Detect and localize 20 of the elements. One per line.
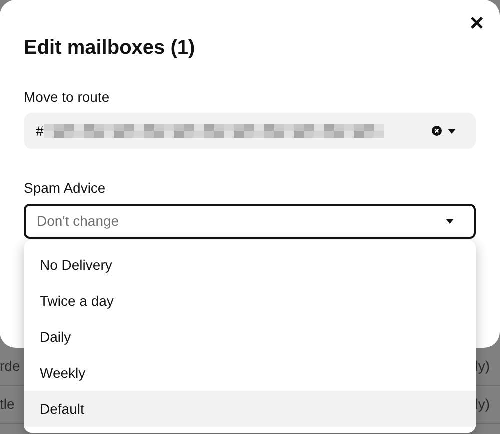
dropdown-option[interactable]: Twice a day xyxy=(24,283,476,319)
table-cell-text: ly) xyxy=(475,357,490,376)
route-combo-field[interactable]: # xyxy=(24,113,476,149)
table-cell-text: rde xyxy=(0,357,20,376)
table-cell-text: tle xyxy=(0,395,15,414)
select-placeholder: Don't change xyxy=(37,212,120,231)
clear-icon[interactable] xyxy=(432,126,442,136)
dropdown-option[interactable]: No Delivery xyxy=(24,247,476,283)
close-button[interactable]: × xyxy=(470,12,484,36)
caret-icon xyxy=(446,219,454,224)
dropdown-option[interactable]: Daily xyxy=(24,319,476,355)
field-label: Spam Advice xyxy=(24,179,107,197)
spam-advice-select[interactable]: Don't change xyxy=(24,204,476,239)
dialog-title: Edit mailboxes (1) xyxy=(24,36,196,60)
caret-icon xyxy=(448,128,456,134)
dropdown-option[interactable]: Weekly xyxy=(24,355,476,391)
table-cell-text: ly) xyxy=(475,395,490,414)
field-label: Move to route xyxy=(24,88,111,106)
dropdown-option[interactable]: Default xyxy=(24,391,476,427)
field-value: # xyxy=(36,122,44,140)
